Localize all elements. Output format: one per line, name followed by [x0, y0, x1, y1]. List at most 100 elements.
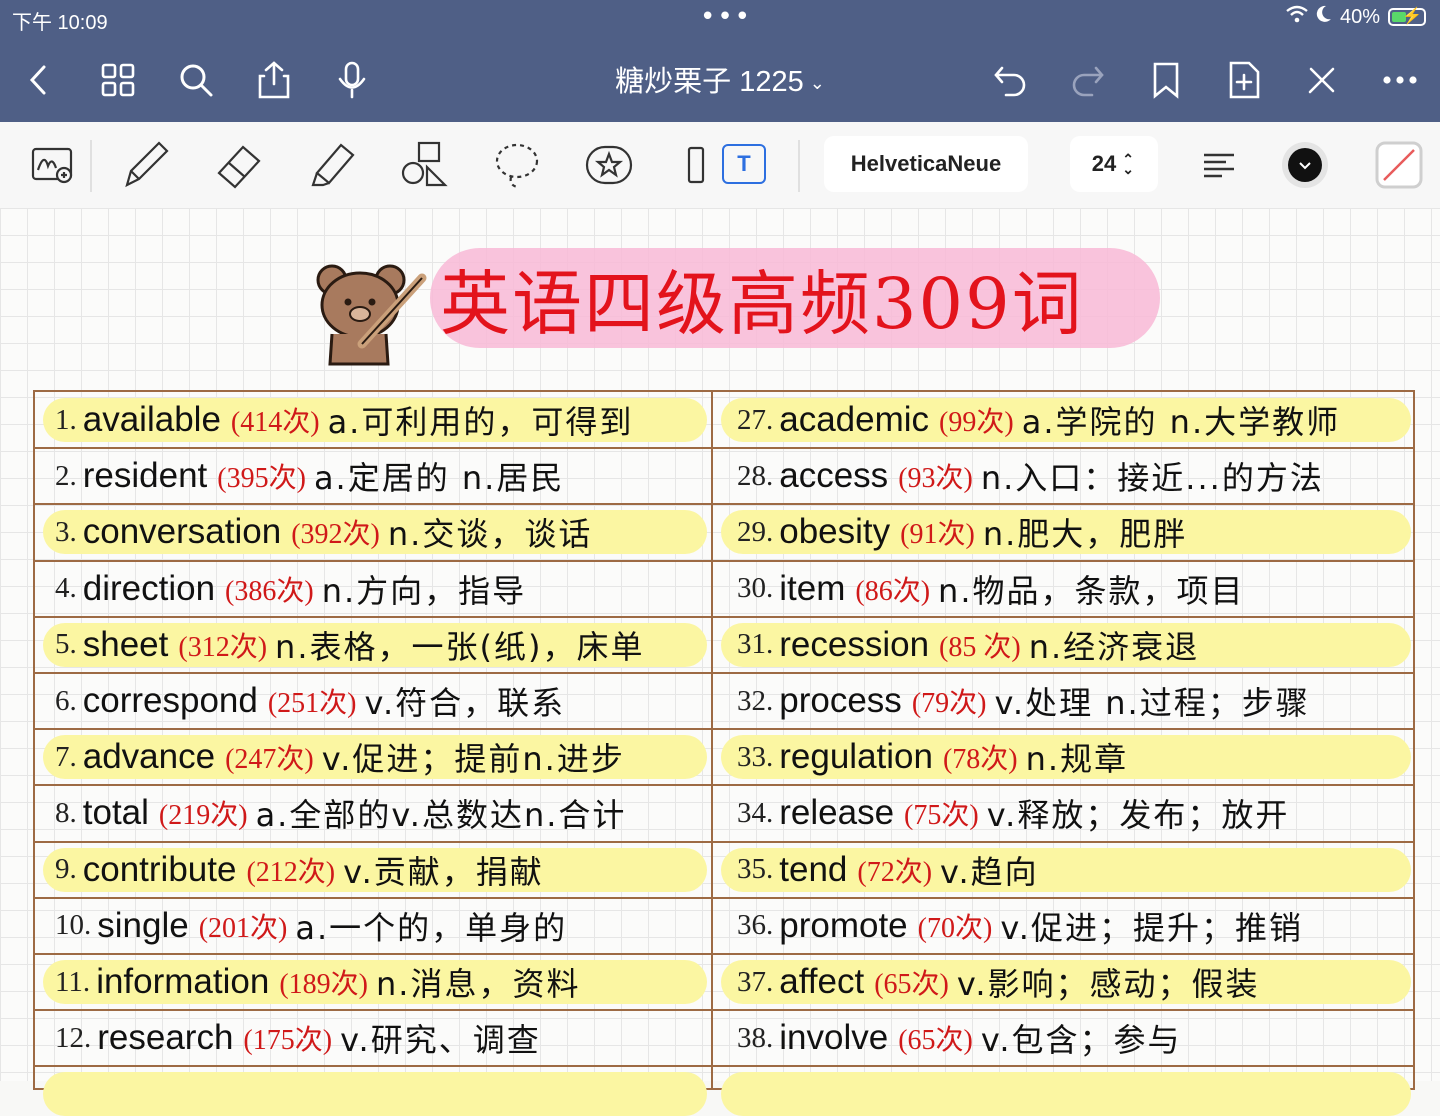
vocab-number: 38.: [737, 1021, 774, 1054]
redo-icon: [1072, 66, 1104, 97]
column-divider: [711, 392, 713, 1088]
title-block: 英语四级高频309词: [430, 240, 1160, 352]
more-icon: [1383, 76, 1417, 84]
vocab-entry: 29. obesity (91次) n.肥大，肥胖: [737, 504, 1187, 560]
vocab-number: 8.: [55, 796, 77, 829]
more-button[interactable]: [1376, 56, 1424, 104]
status-right: 40% ⚡: [1286, 5, 1426, 29]
vocab-definition: n.交谈，谈话: [387, 515, 593, 554]
text-tool[interactable]: T: [722, 144, 766, 184]
vocab-frequency: (212次): [246, 856, 336, 888]
document-title-text: 糖炒栗子 1225: [615, 66, 804, 98]
back-button[interactable]: [14, 56, 62, 104]
zoom-window-icon: [31, 147, 73, 184]
nav-bar: 糖炒栗子 1225 ⌄: [0, 52, 1440, 108]
vocab-definition: n.经济衰退: [1028, 627, 1200, 666]
vocab-word: direction: [82, 568, 216, 608]
vocab-frequency: (247次): [225, 744, 314, 776]
vocab-number: 30.: [737, 572, 774, 605]
vocab-entry: 32. process (79次) v.处理 n.过程；步骤: [737, 673, 1310, 729]
pen-tool[interactable]: [110, 132, 180, 198]
share-button[interactable]: [250, 56, 298, 104]
vocab-word: single: [97, 905, 189, 945]
vocab-frequency: (72次): [857, 856, 933, 888]
vocab-frequency: (75次): [904, 800, 979, 832]
lasso-tool[interactable]: [482, 132, 552, 198]
multitask-dots[interactable]: •••: [700, 2, 752, 32]
vocab-word: contribute: [82, 849, 237, 889]
image-tool[interactable]: [660, 132, 730, 198]
vocab-entry: 12. research (175次) v.研究、调查: [55, 1010, 541, 1066]
vocab-number: 27.: [737, 403, 774, 436]
vocab-number: 3.: [55, 515, 77, 548]
vocab-definition: v.促进；提升；推销: [1000, 908, 1303, 947]
color-swatch-icon: [1282, 142, 1328, 188]
chevron-down-icon: ⌄: [809, 72, 825, 93]
shapes-tool[interactable]: [390, 132, 460, 198]
background-color-button[interactable]: [1364, 132, 1434, 198]
vocab-number: 34.: [737, 796, 774, 829]
vocab-number: 2.: [55, 459, 77, 492]
vocab-number: 6.: [55, 684, 77, 717]
chevron-left-icon: [29, 65, 46, 95]
sticker-tool[interactable]: [574, 132, 644, 198]
vocab-definition: v.释放；发布；放开: [986, 796, 1290, 835]
zoom-write-tool[interactable]: [18, 132, 88, 198]
vocab-entry: 28. access (93次) n.入口：接近...的方法: [737, 448, 1324, 504]
vocab-word: academic: [779, 400, 930, 439]
row-highlight: [721, 1072, 1411, 1116]
note-canvas[interactable]: 英语四级高频309词 1. available (414次) a.可利用的，可得到 2.…: [0, 208, 1440, 1116]
font-family-selector[interactable]: HelveticaNeue: [824, 136, 1028, 192]
vocab-number: 32.: [737, 684, 774, 717]
vocab-entry: 2. resident (395次) a.定居的 n.居民: [55, 448, 564, 504]
pen-icon: [125, 141, 169, 188]
text-color-button[interactable]: [1270, 132, 1340, 198]
page-title: 英语四级高频309词: [440, 263, 1084, 345]
microphone-button[interactable]: [328, 56, 376, 104]
vocab-entry: 5. sheet (312次) n.表格，一张(纸)，床单: [55, 617, 644, 673]
star-sticker-icon: [585, 145, 633, 185]
pen-off-button[interactable]: [1298, 56, 1346, 104]
vocab-frequency: (392次): [291, 519, 380, 551]
vocab-entry: 35. tend (72次) v.趋向: [737, 842, 1039, 898]
vocab-frequency: (219次): [158, 800, 248, 832]
bookmark-button[interactable]: [1142, 56, 1190, 104]
vocab-entry: 11. information (189次) n.消息，资料: [55, 954, 580, 1010]
text-align-button[interactable]: [1184, 132, 1254, 198]
add-page-icon: [1229, 61, 1260, 99]
vocab-definition: v.促进；提前n.进步: [321, 740, 625, 779]
vocab-word: available: [82, 400, 221, 439]
grid-view-button[interactable]: [94, 56, 142, 104]
vocab-frequency: (79次): [911, 688, 987, 719]
vocab-number: 11.: [55, 965, 91, 998]
vocab-word: obesity: [779, 512, 891, 552]
undo-button[interactable]: [986, 56, 1034, 104]
shapes-icon: [401, 141, 448, 187]
bear-sticker[interactable]: [310, 260, 432, 370]
vocab-frequency: (312次): [178, 631, 268, 663]
vocab-entry: 37. affect (65次) v.影响；感动；假装: [737, 954, 1260, 1010]
highlighter-tool[interactable]: [296, 132, 366, 198]
vocab-number: 35.: [737, 853, 774, 886]
add-page-button[interactable]: [1220, 56, 1268, 104]
font-size-selector[interactable]: 24 ⌃⌄: [1070, 136, 1158, 192]
vocab-number: 5.: [55, 628, 77, 661]
search-button[interactable]: [172, 56, 220, 104]
bookmark-icon: [1153, 62, 1179, 99]
vocab-entry: 33. regulation (78次) n.规章: [737, 729, 1128, 785]
vocab-word: process: [779, 681, 902, 720]
vocab-frequency: (93次): [898, 463, 973, 495]
eraser-tool[interactable]: [204, 132, 274, 198]
vocab-word: total: [82, 793, 149, 833]
vocab-number: 36.: [737, 909, 774, 942]
vocab-word: research: [97, 1018, 234, 1058]
vocab-definition: n.肥大，肥胖: [982, 515, 1188, 554]
vocab-definition: a.全部的v.总数达n.合计: [255, 796, 627, 835]
vocab-definition: n.方向，指导: [321, 571, 527, 610]
vocab-word: affect: [779, 962, 865, 1001]
redo-button[interactable]: [1064, 56, 1112, 104]
document-title[interactable]: 糖炒栗子 1225 ⌄: [560, 58, 880, 100]
vocab-definition: v.影响；感动；假装: [956, 965, 1260, 1003]
microphone-icon: [338, 61, 366, 99]
vocab-definition: n.物品，条款，项目: [938, 571, 1245, 610]
